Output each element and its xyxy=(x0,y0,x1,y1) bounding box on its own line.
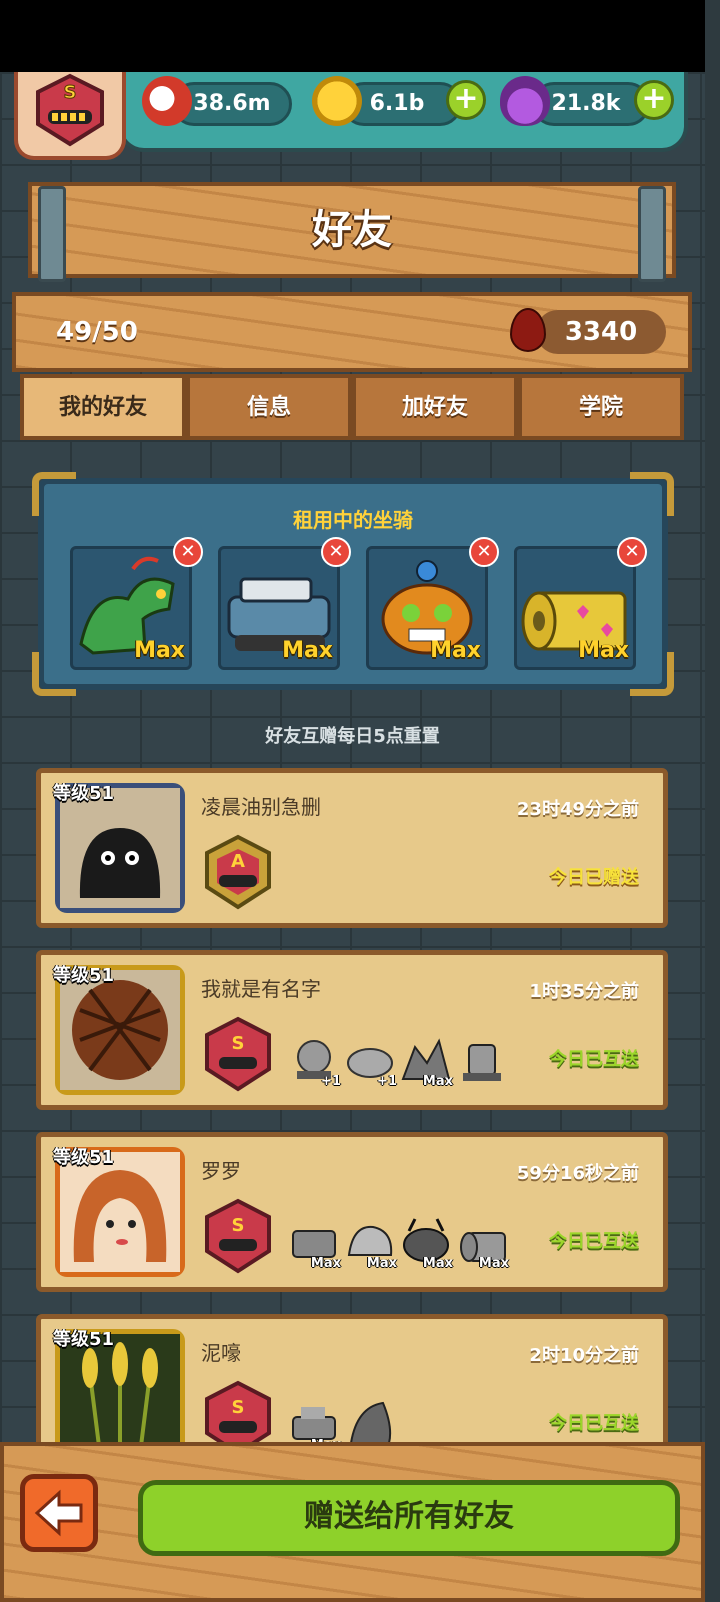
mount-label: Max xyxy=(422,1074,453,1089)
gift-status: 今日已赠送 xyxy=(549,867,639,888)
friend-count: 49/50 xyxy=(56,317,138,347)
mount-label: Max xyxy=(478,1256,509,1271)
rank-s-badge-icon: S xyxy=(205,1016,271,1092)
last-online: 59分16秒之前 xyxy=(516,1163,639,1184)
remove-mount-button[interactable]: ✕ xyxy=(321,537,351,567)
add-gold-button[interactable]: + xyxy=(446,80,486,120)
friend-name: 罗罗 xyxy=(201,1159,241,1183)
friend-card[interactable]: 等级51 凌晨油别急删 23时49分之前 今日已赠送 A xyxy=(36,768,668,928)
tab-bar: 我的好友 信息 加好友 学院 xyxy=(20,374,684,440)
friend-mount-icon xyxy=(455,1033,509,1087)
friend-level: 等级51 xyxy=(53,783,115,804)
max-badge: Max xyxy=(430,638,481,663)
title-banner: 好友 xyxy=(28,182,676,282)
potion-value: 21.8k xyxy=(551,91,621,116)
wheat-portrait-icon xyxy=(60,1334,180,1455)
friend-rank: S xyxy=(232,1397,245,1418)
blood-pill: 3340 xyxy=(536,310,666,354)
mount-label: Max xyxy=(422,1256,453,1271)
friend-mount-icon: +1 xyxy=(343,1033,397,1089)
bottom-bar: 赠送给所有好友 xyxy=(0,1442,705,1602)
max-badge: Max xyxy=(134,638,185,663)
rank-badge-icon: S xyxy=(36,73,104,147)
tab-add-friend[interactable]: 加好友 xyxy=(352,374,518,440)
friend-rank: A xyxy=(231,851,245,872)
friend-name: 凌晨油别急删 xyxy=(201,795,321,819)
rented-mount-slot[interactable]: Max ✕ xyxy=(218,537,351,670)
gift-status: 今日已互送 xyxy=(549,1413,639,1434)
mount-label: +1 xyxy=(321,1074,341,1089)
remove-mount-button[interactable]: ✕ xyxy=(617,537,647,567)
rented-mount-slot[interactable]: Max ✕ xyxy=(514,537,647,670)
friend-rank: S xyxy=(232,1033,245,1054)
friend-name: 我就是有名字 xyxy=(201,977,321,1001)
girl-portrait-icon xyxy=(60,1152,180,1272)
back-arrow-icon xyxy=(34,1489,83,1537)
blood-drop-icon xyxy=(510,308,546,352)
rank-s-badge-icon: S xyxy=(205,1198,271,1274)
friend-card[interactable]: 等级51 我就是有名字 1时35分之前 今日已互送 S +1 +1 Max xyxy=(36,950,668,1110)
friend-mount-icon: Max xyxy=(399,1215,453,1271)
max-badge: Max xyxy=(282,638,333,663)
rented-mount-slot[interactable]: Max ✕ xyxy=(70,537,203,670)
friend-rank: S xyxy=(232,1215,245,1236)
eyeball-icon xyxy=(142,76,192,126)
gift-status: 今日已互送 xyxy=(549,1231,639,1252)
add-potion-button[interactable]: + xyxy=(634,80,674,120)
send-to-all-button[interactable]: 赠送给所有好友 xyxy=(138,1480,680,1556)
black-blob-portrait-icon xyxy=(60,788,180,908)
last-online: 2时10分之前 xyxy=(529,1345,639,1366)
player-avatar[interactable]: S xyxy=(14,72,126,160)
potion-icon xyxy=(500,76,550,126)
rented-mounts-panel: 租用中的坐骑 Max ✕ Max ✕ Max ✕ Max ✕ xyxy=(32,472,674,696)
remove-mount-button[interactable]: ✕ xyxy=(173,537,203,567)
friend-mount-icon: Max xyxy=(343,1215,397,1271)
tab-my-friends[interactable]: 我的好友 xyxy=(20,374,186,440)
gold-value: 6.1b xyxy=(369,91,425,116)
friend-mount-icon: +1 xyxy=(287,1033,341,1089)
rented-mount-slot[interactable]: Max ✕ xyxy=(366,537,499,670)
page-title: 好友 xyxy=(312,207,392,253)
blood-value: 3340 xyxy=(564,317,638,347)
back-button[interactable] xyxy=(20,1474,98,1552)
eyeball-value: 38.6m xyxy=(193,91,271,116)
last-online: 1时35分之前 xyxy=(529,981,639,1002)
tab-academy[interactable]: 学院 xyxy=(518,374,684,440)
friend-level: 等级51 xyxy=(53,1147,115,1168)
gift-status: 今日已互送 xyxy=(549,1049,639,1070)
status-bar xyxy=(0,0,705,72)
friend-level: 等级51 xyxy=(53,1329,115,1350)
mount-label: +1 xyxy=(377,1074,397,1089)
mount-label: Max xyxy=(366,1256,397,1271)
friend-mount-icon: Max xyxy=(455,1215,509,1271)
friends-info-bar: 49/50 3340 xyxy=(12,292,692,372)
reset-note: 好友互赠每日5点重置 xyxy=(265,726,440,747)
max-badge: Max xyxy=(578,638,629,663)
last-online: 23时49分之前 xyxy=(516,799,639,820)
mount-label: Max xyxy=(310,1256,341,1271)
friend-level: 等级51 xyxy=(53,965,115,986)
friend-card[interactable]: 等级51 罗罗 59分16秒之前 今日已互送 S Max Max Max Max xyxy=(36,1132,668,1292)
corner-decoration xyxy=(630,652,674,696)
gold-coin-icon xyxy=(312,76,362,126)
remove-mount-button[interactable]: ✕ xyxy=(469,537,499,567)
rank-a-badge-icon: A xyxy=(205,834,271,910)
rented-mounts-title: 租用中的坐骑 xyxy=(293,508,413,532)
friend-mount-icon: Max xyxy=(287,1215,341,1271)
friend-mount-icon: Max xyxy=(399,1033,453,1089)
tab-messages[interactable]: 信息 xyxy=(186,374,352,440)
grey-mount-icon xyxy=(463,1044,501,1081)
nest-portrait-icon xyxy=(60,970,180,1090)
player-rank: S xyxy=(64,82,77,103)
resource-bar: 38.6m 6.1b + 21.8k + xyxy=(118,72,688,152)
friend-name: 泥嚎 xyxy=(201,1341,241,1365)
